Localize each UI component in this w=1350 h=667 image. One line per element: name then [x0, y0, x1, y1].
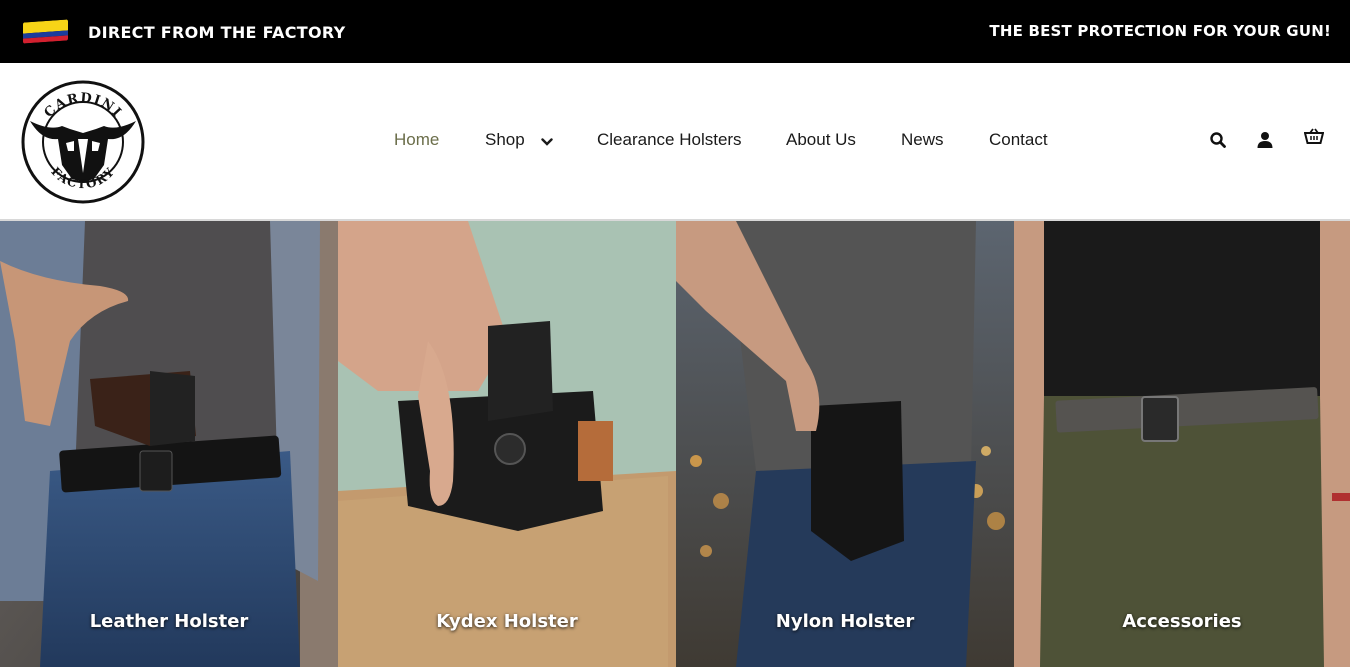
nav-about-us[interactable]: About Us — [786, 130, 856, 150]
main-nav: Home Shop Clearance Holsters About Us Ne… — [0, 130, 1350, 154]
category-label: Leather Holster — [89, 611, 249, 632]
colombia-flag-icon — [23, 19, 68, 44]
cart-icon[interactable] — [1303, 128, 1325, 148]
category-label: Kydex Holster — [436, 611, 578, 632]
category-tile-accessories[interactable]: Accessories — [1014, 221, 1350, 667]
leather-holster-photo — [0, 221, 338, 667]
logo-text-top: CARDINI — [41, 91, 123, 121]
logo-text-bottom: FACTORY — [48, 164, 116, 191]
nav-home[interactable]: Home — [394, 130, 439, 150]
search-icon[interactable] — [1209, 131, 1229, 151]
category-label: Nylon Holster — [775, 611, 915, 632]
nav-news[interactable]: News — [901, 130, 944, 150]
svg-text:FACTORY: FACTORY — [48, 164, 117, 191]
announcement-right-text: THE BEST PROTECTION FOR YOUR GUN! — [989, 22, 1331, 40]
announcement-left-text: DIRECT FROM THE FACTORY — [88, 23, 346, 42]
category-grid: Leather Holster Kydex Holster Nylon Hols… — [0, 221, 1350, 667]
site-header: CARDINI FACTORY Home Shop Clearance Hols… — [0, 63, 1350, 221]
nylon-holster-photo — [676, 221, 1014, 667]
category-label: Accessories — [1122, 611, 1242, 632]
chevron-down-icon — [541, 131, 554, 151]
kydex-holster-photo — [338, 221, 676, 667]
nav-shop-label: Shop — [485, 130, 525, 149]
svg-text:CARDINI: CARDINI — [41, 91, 124, 121]
account-icon[interactable] — [1256, 131, 1276, 151]
accessories-photo — [1014, 221, 1350, 667]
nav-contact[interactable]: Contact — [989, 130, 1048, 150]
category-tile-nylon-holster[interactable]: Nylon Holster — [676, 221, 1014, 667]
nav-clearance-holsters[interactable]: Clearance Holsters — [597, 130, 742, 150]
announcement-bar: DIRECT FROM THE FACTORY THE BEST PROTECT… — [0, 0, 1350, 63]
category-tile-leather-holster[interactable]: Leather Holster — [0, 221, 338, 667]
nav-shop[interactable]: Shop — [485, 130, 554, 151]
category-tile-kydex-holster[interactable]: Kydex Holster — [338, 221, 676, 667]
